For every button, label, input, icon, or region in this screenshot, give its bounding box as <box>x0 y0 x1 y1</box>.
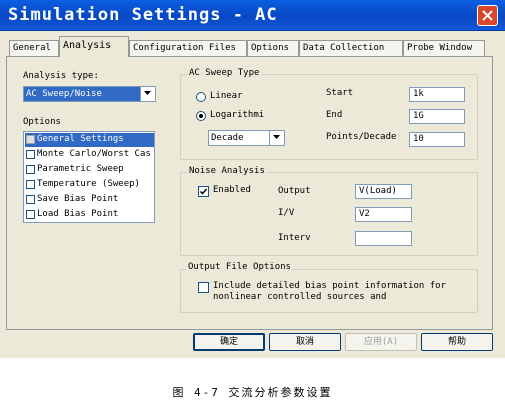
linear-label: Linear <box>210 91 243 101</box>
checkbox[interactable] <box>26 165 35 174</box>
tab-configuration-files[interactable]: Configuration Files <box>129 40 247 56</box>
options-label: Options <box>23 117 61 127</box>
apply-button[interactable]: 应用(A) <box>345 333 417 351</box>
include-bias-text-2: nonlinear controlled sources and <box>213 292 387 302</box>
cancel-button[interactable]: 取消 <box>269 333 341 351</box>
help-button[interactable]: 帮助 <box>421 333 493 351</box>
checkbox[interactable] <box>26 150 35 159</box>
list-item[interactable]: Monte Carlo/Worst Cas <box>25 148 154 162</box>
tab-options[interactable]: Options <box>247 40 299 56</box>
chevron-down-icon <box>144 91 151 95</box>
window-title: Simulation Settings - AC <box>8 5 278 25</box>
tab-general[interactable]: General <box>9 40 59 56</box>
list-item[interactable]: General Settings <box>25 133 154 147</box>
tab-data-collection[interactable]: Data Collection <box>299 40 403 56</box>
start-input[interactable]: 1k <box>409 87 465 102</box>
iv-input[interactable]: V2 <box>355 207 412 222</box>
noise-analysis-group-title: Noise Analysis <box>187 166 267 176</box>
ac-sweep-group-title: AC Sweep Type <box>187 68 262 78</box>
points-per-decade-label: Points/Decade <box>326 132 397 142</box>
include-bias-checkbox[interactable] <box>198 282 209 293</box>
analysis-type-label: Analysis type: <box>23 71 99 81</box>
logarithmic-radio[interactable] <box>196 111 206 121</box>
checkbox[interactable] <box>26 180 35 189</box>
iv-label: I/V <box>278 208 295 218</box>
include-bias-text-1: Include detailed bias point information … <box>213 281 446 291</box>
checkbox[interactable] <box>26 195 35 204</box>
close-button[interactable] <box>477 5 498 26</box>
close-icon <box>482 10 493 21</box>
log-scale-select[interactable]: Decade <box>208 130 285 146</box>
log-scale-value: Decade <box>211 133 244 143</box>
output-file-options-group <box>180 269 478 313</box>
output-label: Output <box>278 186 311 196</box>
options-list[interactable]: General Settings Monte Carlo/Worst Cas P… <box>23 131 155 223</box>
interval-label: Interv <box>278 233 311 243</box>
noise-enabled-checkbox[interactable] <box>198 186 209 197</box>
end-input[interactable]: 1G <box>409 109 465 124</box>
ok-button[interactable]: 确定 <box>193 333 265 351</box>
checkbox[interactable] <box>26 210 35 219</box>
analysis-type-dropdown-button[interactable] <box>140 87 155 101</box>
tab-analysis[interactable]: Analysis <box>59 36 129 57</box>
list-item[interactable]: Temperature (Sweep) <box>25 178 154 192</box>
start-label: Start <box>326 88 354 98</box>
list-item[interactable]: Save Bias Point <box>25 193 154 207</box>
log-scale-dropdown-button[interactable] <box>269 131 284 145</box>
tab-probe-window[interactable]: Probe Window <box>403 40 485 56</box>
end-label: End <box>326 110 343 120</box>
noise-enabled-label: Enabled <box>213 185 251 195</box>
points-per-decade-input[interactable]: 10 <box>409 132 465 147</box>
linear-radio[interactable] <box>196 92 206 102</box>
output-file-options-title: Output File Options <box>186 262 293 272</box>
analysis-type-select[interactable]: AC Sweep/Noise <box>23 86 156 102</box>
checkmark-icon <box>199 188 208 195</box>
checkbox[interactable] <box>26 135 35 144</box>
title-bar[interactable]: Simulation Settings - AC <box>0 0 505 31</box>
dialog-window: Simulation Settings - AC General Analysi… <box>0 0 505 358</box>
analysis-type-value: AC Sweep/Noise <box>26 89 102 99</box>
interval-input[interactable] <box>355 231 412 246</box>
list-item[interactable]: Parametric Sweep <box>25 163 154 177</box>
output-input[interactable]: V(Load) <box>355 184 412 199</box>
list-item[interactable]: Load Bias Point <box>25 208 154 222</box>
chevron-down-icon <box>273 135 280 139</box>
logarithmic-label: Logarithmi <box>210 110 265 120</box>
figure-caption: 图 4-7 交流分析参数设置 <box>172 386 333 399</box>
tab-strip: General Analysis Configuration Files Opt… <box>6 36 501 57</box>
